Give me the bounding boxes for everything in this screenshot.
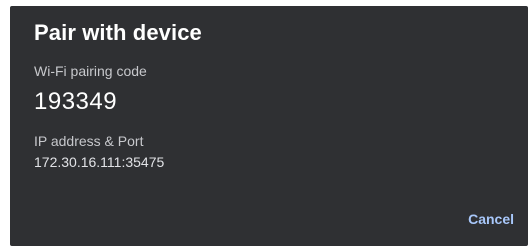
dialog-title: Pair with device	[34, 20, 202, 45]
ip-port-value: 172.30.16.111:35475	[34, 154, 165, 170]
pair-device-dialog: Pair with device Wi-Fi pairing code 1933…	[10, 6, 528, 246]
cancel-button[interactable]: Cancel	[466, 207, 516, 231]
ip-port-label: IP address & Port	[34, 133, 144, 149]
pairing-code-value: 193349	[34, 88, 118, 115]
pairing-code-label: Wi-Fi pairing code	[34, 63, 147, 79]
